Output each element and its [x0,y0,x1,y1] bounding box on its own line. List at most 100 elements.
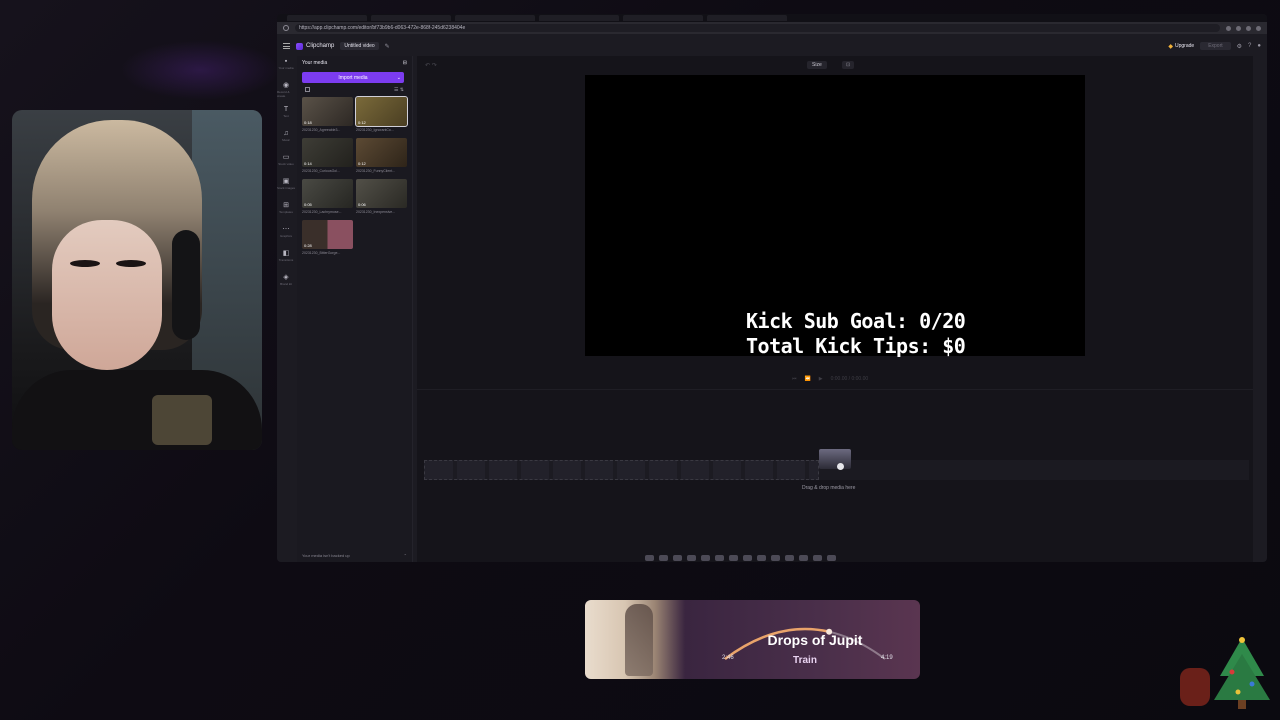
dragged-media-thumbnail[interactable] [819,449,851,469]
media-item[interactable]: 0:12 20231230_IgnorantCo... [355,96,408,135]
edit-title-icon[interactable]: ✎ [385,43,390,50]
media-item[interactable]: 0:12 20231230_FunnyClient... [356,138,407,176]
aspect-ratio-button[interactable]: Size [807,61,827,69]
sub-goal-text: Kick Sub Goal: 0/20 [746,309,966,333]
export-button[interactable]: Export [1200,42,1231,50]
music-icon: ♫ [283,130,289,137]
taskbar-app-icon[interactable] [673,555,682,561]
avatar[interactable]: ● [1257,43,1261,49]
graphics-icon: ⋯ [282,226,290,233]
taskbar-app-icon[interactable] [687,555,696,561]
browser-toolbar [1226,25,1261,31]
media-item[interactable]: 0:06 20231230_Inexpensive... [356,179,407,217]
extension-icon[interactable] [1226,25,1231,31]
upgrade-button[interactable]: ◆ Upgrade [1168,43,1194,50]
taskbar-app-icon[interactable] [799,555,808,561]
playback-controls: ⏮ ⏪ ▶ 0:00.00 / 0:00.00 [792,376,868,382]
taskbar-app-icon[interactable] [813,555,822,561]
hamburger-menu-icon[interactable] [283,43,290,49]
webcam-person-body [12,370,262,450]
stream-overlay-text: Kick Sub Goal: 0/20 Total Kick Tips: $0 [746,309,966,359]
sidebar-item-graphics[interactable]: ⋯ Graphics [277,224,295,248]
editor-area: ↶ ↷ Size ⊡ Kick Sub Goal: 0/20 Total Kic… [417,56,1253,562]
select-all-checkbox[interactable] [305,87,310,92]
start-icon[interactable] [645,555,654,561]
taskbar-app-icon[interactable] [827,555,836,561]
browser-tab[interactable] [539,15,619,21]
mascot-sprite [1180,668,1210,706]
taskbar-app-icon[interactable] [701,555,710,561]
sidebar-item-record[interactable]: ◉ Record & create [277,80,295,104]
panel-options-icon[interactable]: ⊟ [403,60,407,66]
app-header: Clipchamp Untitled video ✎ ◆ Upgrade Exp… [277,38,1267,54]
taskbar-app-icon[interactable] [757,555,766,561]
now-playing-widget: Drops of Jupit Train 2:46 4:19 [585,600,920,679]
fit-icon[interactable]: ⊡ [842,61,855,69]
sidebar-item-stock-video[interactable]: ▭ Stock video [277,152,295,176]
webcam-person-eye [70,260,100,267]
video-preview[interactable]: Kick Sub Goal: 0/20 Total Kick Tips: $0 [585,75,1085,359]
chevron-down-icon[interactable]: ⌄ [397,75,401,81]
sidebar-item-transitions[interactable]: ◧ Transitions [277,248,295,272]
image-icon: ▣ [282,178,290,185]
media-panel-header: Your media ⊟ [297,56,412,70]
shirt-print [152,395,212,445]
refresh-icon[interactable] [283,25,289,31]
clipchamp-logo[interactable]: Clipchamp [296,42,334,50]
profile-icon[interactable] [1256,25,1261,31]
undo-redo-icon[interactable]: ↶ ↷ [425,62,437,69]
sidebar-item-music[interactable]: ♫ Music [277,128,295,152]
browser-tab[interactable] [371,15,451,21]
play-icon[interactable]: ▶ [819,376,823,382]
browser-tab[interactable] [287,15,367,21]
media-thumbnail[interactable]: 0:12 [356,138,407,167]
media-thumbnail[interactable]: 0:28 [302,220,353,249]
settings-icon[interactable]: ⚙ [1237,43,1242,50]
sidebar-item-label: Templates [279,210,293,214]
media-item[interactable]: 0:05 20231230_Lachrymose... [302,179,353,217]
media-item[interactable]: 0:28 20231230_BitterGorge... [302,220,353,258]
chevron-up-icon[interactable]: ⌃ [404,553,407,558]
media-thumbnail[interactable]: 0:18 [302,97,353,126]
skip-back-icon[interactable]: ⏮ [792,376,797,382]
backup-notice: Your media isn't backed up ⌃ [302,553,407,558]
media-thumbnail[interactable]: 0:14 [302,138,353,167]
sidebar-item-templates[interactable]: ⊞ Templates [277,200,295,224]
rewind-icon[interactable]: ⏪ [805,376,811,382]
url-field[interactable]: https://app.clipchamp.com/editor/bf73b9b… [295,24,1220,32]
taskbar-app-icon[interactable] [771,555,780,561]
collections-icon[interactable] [1246,25,1251,31]
favorite-icon[interactable] [1236,25,1241,31]
media-duration: 0:28 [304,243,312,248]
media-duration: 0:18 [304,120,312,125]
panel-title: Your media [302,60,328,66]
media-thumbnail[interactable]: 0:05 [302,179,353,208]
song-title: Drops of Jupit [767,632,863,648]
sidebar-item-your-media[interactable]: ▪ Your media [277,56,295,80]
taskbar-app-icon[interactable] [715,555,724,561]
media-thumbnail[interactable]: 0:12 [355,96,408,127]
project-title[interactable]: Untitled video [340,42,379,50]
media-item[interactable]: 0:14 20231230_CuriousGol... [302,138,353,176]
taskbar-app-icon[interactable] [743,555,752,561]
browser-tab[interactable] [455,15,535,21]
video-icon: ▭ [282,154,290,161]
media-duration: 0:12 [358,161,366,166]
sort-filter-icon[interactable]: ☰ ⇅ [394,87,404,93]
browser-tab[interactable] [623,15,703,21]
sidebar-item-brand-kit[interactable]: ◈ Brand kit [277,272,295,296]
sidebar-item-text[interactable]: T Text [277,104,295,128]
browser-tab[interactable] [707,15,787,21]
media-item[interactable]: 0:18 20231230_Agreeable3... [302,97,353,135]
media-duration: 0:12 [358,120,366,125]
help-icon[interactable]: ? [1248,43,1251,49]
taskbar-app-icon[interactable] [729,555,738,561]
search-icon[interactable] [659,555,668,561]
media-thumbnail[interactable]: 0:06 [356,179,407,208]
import-media-button[interactable]: Import media ⌄ [302,72,404,83]
taskbar-app-icon[interactable] [785,555,794,561]
sidebar-item-stock-images[interactable]: ▣ Stock images [277,176,295,200]
os-taskbar [645,555,836,561]
drop-zone[interactable] [424,460,819,480]
sidebar-item-label: Stock images [277,186,296,190]
